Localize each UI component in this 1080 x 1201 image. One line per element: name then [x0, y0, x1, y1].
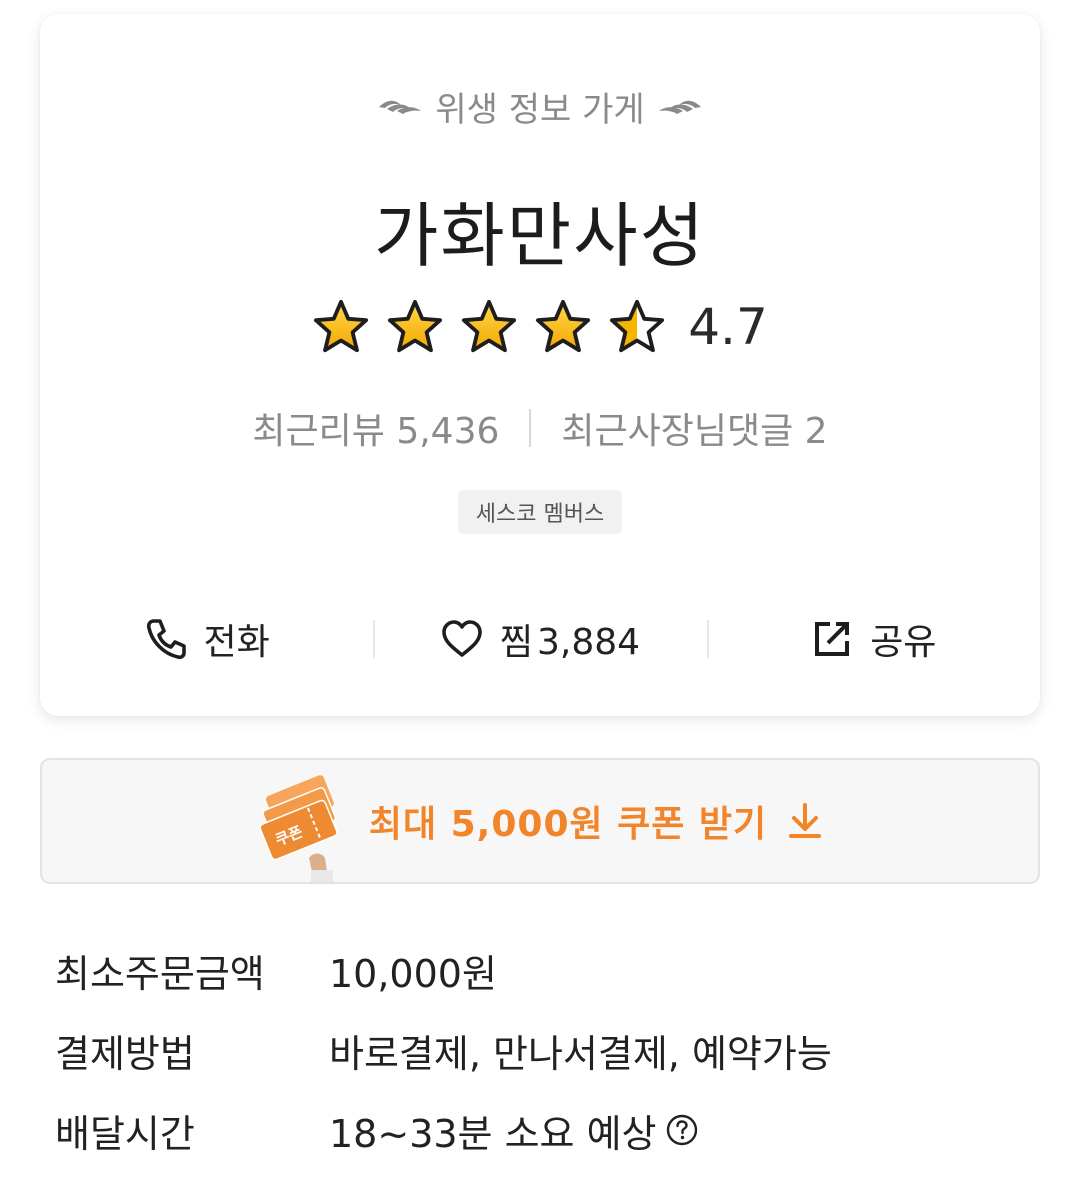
payment-row: 결제방법 바로결제, 만나서결제, 예약가능 — [55, 1010, 1035, 1090]
cesco-badge: 세스코 멤버스 — [458, 490, 622, 534]
min-order-label: 최소주문금액 — [55, 951, 265, 996]
share-label: 공유 — [870, 622, 937, 663]
delivery-time-value: 18~33분 소요 예상 — [329, 1111, 657, 1156]
share-icon — [815, 622, 850, 656]
coupon-illustration: 쿠폰 — [259, 775, 338, 882]
half-star-icon — [610, 299, 665, 353]
divider — [529, 409, 532, 447]
delivery-time-label: 배달시간 — [55, 1111, 195, 1156]
call-button[interactable]: 전화 — [40, 604, 373, 674]
hygiene-label: 위생 정보 가게 — [435, 90, 645, 130]
hygiene-info[interactable]: 위생 정보 가게 — [40, 82, 1040, 131]
share-button[interactable]: 공유 — [706, 604, 1040, 674]
download-arrow-icon — [789, 803, 822, 838]
review-summary[interactable]: 최근리뷰 5,436 최근사장님댓글 2 — [40, 402, 1040, 454]
delivery-time-row: 배달시간 18~33분 소요 예상 — [55, 1090, 1035, 1170]
laurel-left-icon — [379, 100, 422, 114]
payment-value: 바로결제, 만나서결제, 예약가능 — [329, 1031, 832, 1076]
like-button[interactable]: 찜 3,884 — [373, 604, 706, 674]
like-count: 3,884 — [537, 622, 641, 663]
phone-icon — [146, 619, 186, 660]
min-order-value: 10,000원 — [329, 951, 497, 996]
min-order-row: 최소주문금액 10,000원 — [55, 930, 1035, 1010]
laurel-right-icon — [658, 100, 701, 114]
like-text: 찜 — [499, 622, 534, 663]
action-bar: 전화 찜 3,884 공유 — [40, 604, 1040, 674]
star-icon — [462, 299, 517, 353]
payment-label: 결제방법 — [55, 1031, 195, 1076]
call-label: 전화 — [203, 622, 270, 663]
coupon-label: 최대 5,000원 쿠폰 받기 — [368, 804, 768, 845]
coupon-download-button[interactable]: 쿠폰 최대 5,000원 쿠폰 받기 — [40, 758, 1040, 884]
owner-replies[interactable]: 최근사장님댓글 2 — [561, 402, 827, 454]
star-icon — [388, 299, 443, 353]
store-info: 최소주문금액 10,000원 결제방법 바로결제, 만나서결제, 예약가능 배달… — [55, 930, 1035, 1170]
star-icon — [314, 299, 369, 353]
store-card: 위생 정보 가게 가화만사성 4.7 최근리뷰 5,436 최근사장님댓글 2 … — [40, 14, 1040, 716]
recent-reviews[interactable]: 최근리뷰 5,436 — [252, 402, 499, 454]
star-rating — [312, 298, 666, 356]
delivery-time-value-wrap: 18~33분 소요 예상 — [329, 1103, 699, 1158]
rating-row: 4.7 — [40, 298, 1040, 356]
help-icon[interactable] — [665, 1113, 699, 1147]
store-name: 가화만사성 — [374, 195, 706, 277]
heart-icon — [442, 620, 482, 657]
rating-value: 4.7 — [688, 298, 768, 356]
like-label: 찜 3,884 — [500, 613, 640, 665]
star-icon — [536, 299, 591, 353]
